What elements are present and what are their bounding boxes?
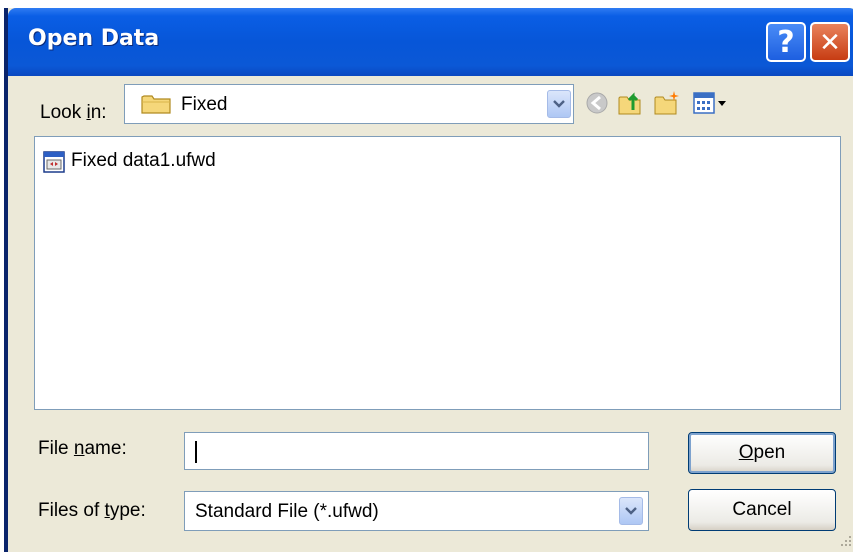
open-data-dialog: Open Data ? ✕ Look in: Fixed Fixed data1… (4, 8, 853, 552)
text-caret (195, 441, 197, 463)
data-file-icon (43, 151, 65, 173)
open-button[interactable]: Open (688, 432, 836, 474)
resize-grip-icon[interactable] (839, 534, 853, 548)
chevron-down-icon (625, 507, 637, 515)
cancel-button[interactable]: Cancel (688, 489, 836, 531)
file-name-label: File name: (38, 438, 127, 459)
look-in-label: Look in: (40, 102, 107, 123)
look-in-value: Fixed (181, 94, 228, 115)
file-type-dropdown-arrow[interactable] (619, 497, 643, 525)
folder-icon (141, 95, 171, 114)
look-in-combobox[interactable]: Fixed (124, 84, 574, 124)
file-type-combobox[interactable]: Standard File (*.ufwd) (184, 491, 649, 531)
file-list[interactable]: Fixed data1.ufwd (34, 136, 841, 410)
title-bar[interactable]: Open Data ? ✕ (8, 8, 853, 76)
close-button[interactable]: ✕ (810, 22, 850, 62)
window-title: Open Data (28, 26, 160, 51)
look-in-dropdown-arrow[interactable] (547, 90, 571, 118)
file-name-input[interactable] (184, 432, 649, 470)
help-button[interactable]: ? (766, 22, 806, 62)
up-folder-icon[interactable] (616, 88, 646, 118)
file-type-label: Files of type: (38, 500, 146, 521)
new-folder-icon[interactable] (652, 88, 682, 118)
view-menu-icon[interactable] (692, 88, 732, 118)
back-icon[interactable] (582, 88, 612, 118)
chevron-down-icon (553, 100, 565, 108)
file-type-value: Standard File (*.ufwd) (195, 501, 379, 522)
file-name-text: Fixed data1.ufwd (71, 150, 216, 171)
